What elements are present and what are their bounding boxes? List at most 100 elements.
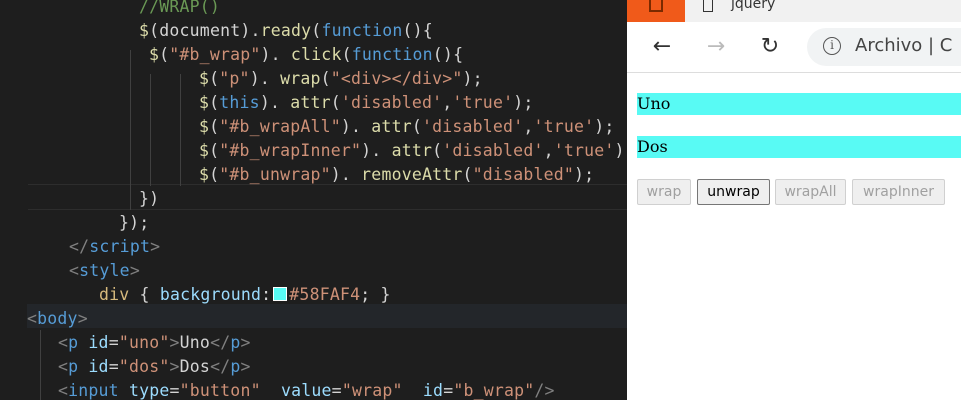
code-token: < [58,333,69,352]
current-line-highlight [28,184,627,210]
code-token: ). [249,69,281,88]
tab-jquery[interactable]: jquery [685,0,961,22]
page-icon [703,0,713,12]
code-token: value [281,381,332,400]
pinned-tab[interactable] [627,0,685,22]
paragraph-uno: Uno [637,93,961,115]
code-token: , [523,117,534,136]
code-token: this [219,93,260,112]
code-token: attr [391,141,433,160]
browser-toolbar: ← → ↻ i Archivo | C [627,22,961,73]
code-token: ); [462,69,493,88]
code-token: > [169,357,180,376]
code-token: /> [534,381,555,400]
code-token: ). [330,165,362,184]
code-token: < [58,357,69,376]
code-token: "#b_wrapAll" [219,117,341,136]
code-line: <p id="uno">Uno</p> [58,331,251,355]
code-token: ( [341,45,352,64]
code-token: input [68,381,119,400]
code-token: ( [159,45,170,64]
code-token: { [129,285,160,304]
code-token: ( [330,93,341,112]
code-token: "#b_wrap" [169,45,261,64]
code-line: <input type="button" value="wrap" id="b_… [58,379,555,400]
code-token: = [169,381,180,400]
forward-arrow-icon[interactable]: → [701,32,731,62]
code-line: <style> [69,259,140,283]
current-block-highlight [27,304,627,328]
code-token: p [230,357,241,376]
code-token: ( [320,69,331,88]
code-token: 'true' [452,93,514,112]
code-editor[interactable]: //WRAP() $(document).ready(function(){$("… [0,0,627,400]
code-token: (document). [149,21,261,40]
address-bar[interactable]: i Archivo | C [807,28,961,66]
code-token: = [331,381,342,400]
code-token: ); [513,93,544,112]
code-token: ). [361,141,392,160]
code-token: > [240,357,251,376]
code-token: </ [210,333,231,352]
code-token: click [290,45,342,64]
code-token: "<div></div>" [330,69,463,88]
code-token: > [77,309,88,328]
tab-title: jquery [731,0,776,12]
code-token: "wrap" [341,381,403,400]
code-line: $("#b_unwrap"). removeAttr("disabled"); [199,163,604,187]
code-token: , [543,141,554,160]
unwrap-button[interactable]: unwrap [697,179,770,205]
code-line: }) [139,187,159,211]
code-token: > [169,333,180,352]
code-token: "p" [219,69,250,88]
code-token: (){ [402,21,433,40]
code-token: ); [594,117,625,136]
code-token: Dos [179,357,211,376]
code-token: "#b_unwrap" [219,165,331,184]
code-line: $("p"). wrap("<div></div>"); [199,67,493,91]
indent-guide [40,330,41,400]
code-token: script [89,237,151,256]
color-swatch-icon[interactable] [273,287,288,301]
code-token: ( [209,165,220,184]
code-line: $("#b_wrapInner"). attr('disabled','true… [199,139,627,163]
code-token: style [79,261,130,280]
code-token: </ [210,357,231,376]
code-token: $ [199,93,210,112]
code-token: #58FAF4 [289,285,361,304]
code-token: "dos" [118,357,170,376]
code-token: = [443,381,454,400]
back-arrow-icon[interactable]: ← [647,32,677,62]
code-token: </ [69,237,90,256]
code-token: attr [290,93,331,112]
code-token: > [150,237,161,256]
code-token: ( [209,69,220,88]
code-token: ( [209,93,220,112]
code-token: "uno" [118,333,170,352]
info-icon[interactable]: i [823,37,841,55]
code-token: ( [462,165,473,184]
code-token: ( [432,141,443,160]
code-token: 'true' [553,141,615,160]
reload-icon[interactable]: ↻ [755,32,785,62]
code-token: p [68,357,79,376]
code-token: id [422,381,444,400]
code-token: 'disabled' [442,141,544,160]
wrapall-button[interactable]: wrapAll [775,179,846,205]
code-line: <body> [27,307,88,331]
wrapinner-button[interactable]: wrapInner [852,179,945,205]
tab-strip: jquery [627,0,961,22]
code-line: div { background: #58FAF4; } [99,283,391,307]
wrap-button[interactable]: wrap [637,179,691,205]
indent-guide [180,74,181,186]
code-token: p [230,333,241,352]
code-token: > [129,261,140,280]
indent-guide [130,50,131,210]
code-token: ). [340,117,372,136]
code-token: < [58,381,69,400]
code-line: $(this). attr('disabled','true'); [199,91,544,115]
code-token: function [321,21,403,40]
